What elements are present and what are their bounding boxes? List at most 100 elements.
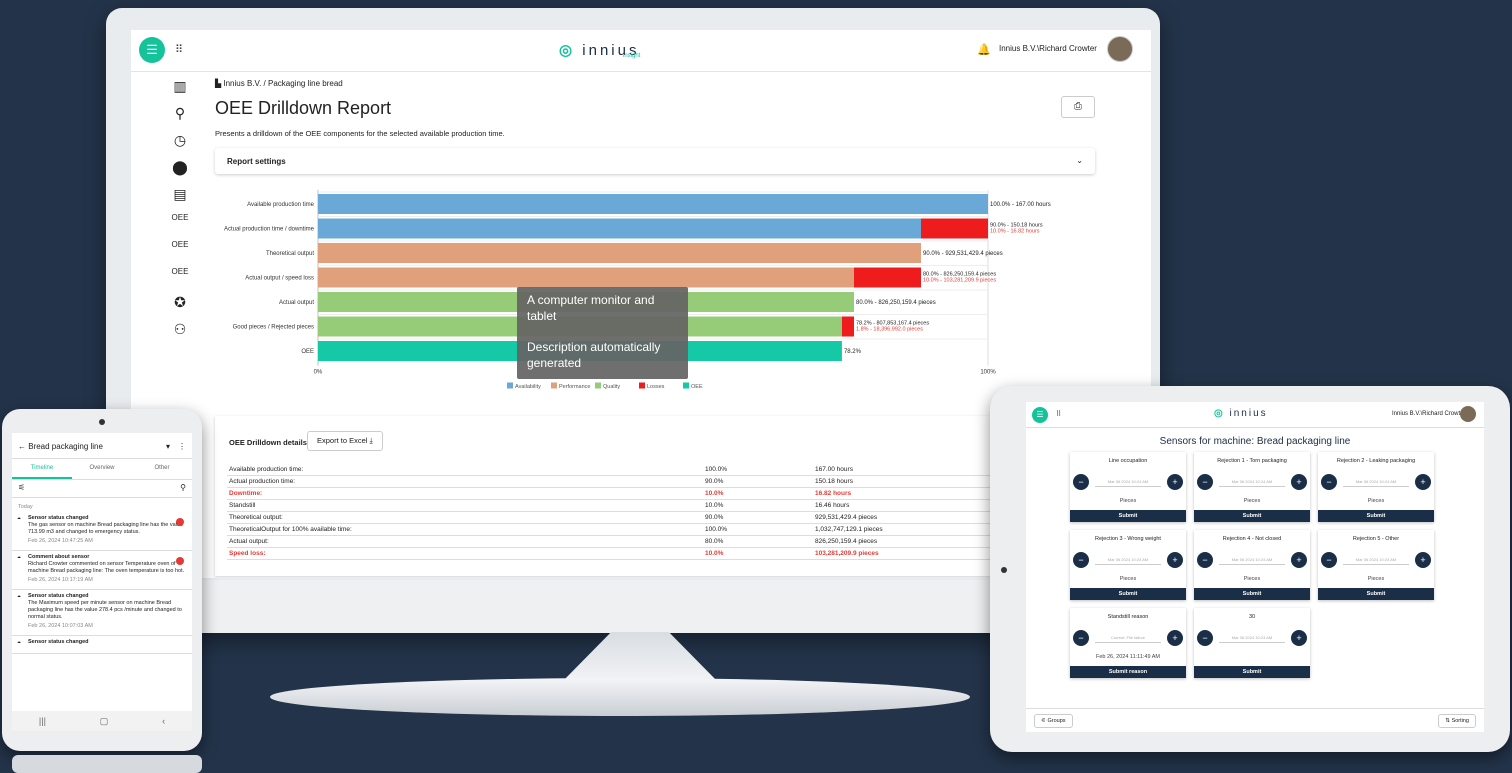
submit-button[interactable]: Submit bbox=[1194, 588, 1310, 600]
back-icon[interactable]: ‹ bbox=[162, 716, 165, 726]
production-line-icon[interactable]: ▤ bbox=[165, 186, 195, 210]
menu-icon[interactable]: ☰ bbox=[1032, 407, 1048, 423]
item-body: The gas sensor on machine Bread packagin… bbox=[28, 522, 184, 535]
submit-button[interactable]: Submit bbox=[1318, 588, 1434, 600]
avatar[interactable] bbox=[1460, 406, 1476, 422]
plus-icon[interactable]: + bbox=[1291, 630, 1307, 646]
tile-input[interactable]: Mar 06 2024 10:24 AM bbox=[1219, 479, 1285, 487]
plus-icon[interactable]: + bbox=[1415, 552, 1431, 568]
item-heading: Sensor status changed bbox=[28, 639, 89, 645]
report-settings-panel[interactable]: Report settings ⌄ bbox=[215, 148, 1095, 174]
user-name[interactable]: Innius B.V.\Richard Crowter bbox=[1392, 411, 1465, 417]
filter-icon[interactable]: ⚟ bbox=[18, 483, 25, 492]
oee-icon[interactable]: OEE bbox=[165, 240, 195, 264]
phone-title: Bread packaging line bbox=[28, 442, 103, 451]
minus-icon[interactable]: − bbox=[1073, 474, 1089, 490]
item-heading: Sensor status changed bbox=[28, 593, 89, 599]
data-label: 1.8% - 18,396,992.0 pieces bbox=[856, 327, 923, 333]
search-machines-icon[interactable]: ⚲ bbox=[165, 105, 195, 129]
plus-icon[interactable]: + bbox=[1291, 474, 1307, 490]
timeline-item[interactable]: ◓ Sensor status changed The gas sensor on … bbox=[12, 512, 192, 551]
timeline-item[interactable]: ◓ Sensor status changed bbox=[12, 636, 192, 654]
item-body: The Maximum speed per minute sensor on m… bbox=[28, 600, 182, 620]
location-icon[interactable]: ⬤ bbox=[165, 159, 195, 183]
timer-icon[interactable]: ◷ bbox=[165, 132, 195, 156]
award-icon[interactable]: ✪ bbox=[165, 294, 195, 318]
chevron-down-icon[interactable]: ⌄ bbox=[1076, 156, 1083, 165]
recent-apps-icon[interactable]: ||| bbox=[39, 716, 46, 726]
notification-bell-icon[interactable]: 🔔 bbox=[977, 43, 991, 56]
minus-icon[interactable]: − bbox=[1321, 474, 1337, 490]
home-icon[interactable]: ▢ bbox=[100, 716, 109, 727]
minus-icon[interactable]: − bbox=[1197, 474, 1213, 490]
machines-icon[interactable]: ▥ bbox=[165, 78, 195, 102]
apps-grid-icon[interactable]: ⠿ bbox=[175, 43, 183, 56]
plus-icon[interactable]: + bbox=[1415, 474, 1431, 490]
tile-input[interactable]: Mar 06 2024 10:24 AM bbox=[1219, 557, 1285, 565]
stepper: − Current: File failure + bbox=[1073, 630, 1183, 648]
submit-button[interactable]: Submit bbox=[1194, 666, 1310, 678]
sensor-icon: ◓ bbox=[17, 594, 22, 601]
tile-input[interactable]: Mar 06 2024 10:24 AM bbox=[1343, 479, 1409, 487]
plus-icon[interactable]: + bbox=[1291, 552, 1307, 568]
minus-icon[interactable]: − bbox=[1197, 552, 1213, 568]
submit-button[interactable]: Submit bbox=[1070, 588, 1186, 600]
timeline-item[interactable]: ◓ Comment about sensor Richard Crowter com… bbox=[12, 551, 192, 590]
breadcrumb: ▙ Innius B.V. / Packaging line bread bbox=[215, 79, 343, 88]
minus-icon[interactable]: − bbox=[1197, 630, 1213, 646]
avatar[interactable] bbox=[1107, 36, 1133, 62]
tab-overview[interactable]: Overview bbox=[72, 459, 132, 479]
oee-drilldown-icon[interactable]: OEE bbox=[165, 267, 195, 291]
tile-input[interactable]: Current: File failure bbox=[1095, 635, 1161, 643]
legend-label: Performance bbox=[559, 384, 591, 390]
x-tick-label: 100% bbox=[980, 370, 996, 376]
submit-button[interactable]: Submit bbox=[1194, 510, 1310, 522]
app-bar: ☰ ⠿ ◎ innius insight 🔔 Innius B.V.\Richar… bbox=[131, 30, 1151, 72]
cell-label: Actual production time: bbox=[227, 475, 703, 488]
cell-pct: 10.0% bbox=[703, 547, 813, 560]
tab-other[interactable]: Other bbox=[132, 459, 192, 479]
legend-swatch bbox=[639, 382, 645, 389]
tile-input[interactable]: Mar 06 2024 10:24 AM bbox=[1095, 479, 1161, 487]
breadcrumb-text[interactable]: Innius B.V. / Packaging line bread bbox=[223, 79, 342, 88]
android-nav-bar: ||| ▢ ‹ bbox=[12, 711, 192, 731]
phone-edge bbox=[12, 755, 202, 773]
handshake-icon[interactable]: ⚇ bbox=[165, 321, 195, 345]
export-excel-button[interactable]: Export to Excel ⤓ bbox=[307, 431, 383, 451]
submit-button[interactable]: Submit bbox=[1318, 510, 1434, 522]
minus-icon[interactable]: − bbox=[1073, 630, 1089, 646]
tile-title: Rejection 1 - Torn packaging bbox=[1217, 458, 1287, 464]
search-icon[interactable]: ⚲ bbox=[180, 483, 186, 492]
plus-icon[interactable]: + bbox=[1167, 474, 1183, 490]
back-arrow-icon[interactable]: ← bbox=[18, 442, 26, 451]
tile-title: Rejection 5 - Other bbox=[1352, 536, 1400, 542]
timeline-item[interactable]: ◓ Sensor status changed The Maximum speed … bbox=[12, 590, 192, 636]
oee-trend-icon[interactable]: OEE bbox=[165, 213, 195, 237]
cell-label: Speed loss: bbox=[227, 547, 703, 560]
apps-grid-icon[interactable]: ⠿ bbox=[1056, 410, 1061, 418]
sorting-button[interactable]: ⇅ Sorting bbox=[1438, 714, 1476, 728]
cell-pct: 10.0% bbox=[703, 487, 813, 500]
innius-logo: ◎ innius bbox=[1214, 408, 1268, 419]
menu-icon[interactable]: ☰ bbox=[139, 37, 165, 63]
tile-input[interactable]: Mar 06 2024 10:24 AM bbox=[1095, 557, 1161, 565]
item-body: Richard Crowter commented on sensor Temp… bbox=[28, 561, 185, 574]
minus-icon[interactable]: − bbox=[1073, 552, 1089, 568]
print-icon[interactable]: ⎙ bbox=[1061, 96, 1095, 118]
plus-icon[interactable]: + bbox=[1167, 630, 1183, 646]
groups-button[interactable]: ⚟ Groups bbox=[1034, 714, 1073, 728]
tile-input[interactable]: Mar 06 2024 10:24 AM bbox=[1219, 635, 1285, 643]
plus-icon[interactable]: + bbox=[1167, 552, 1183, 568]
sensor-tile: Rejection 4 - Not closed − Mar 06 2024 10:… bbox=[1194, 530, 1310, 600]
tile-input[interactable]: Mar 06 2024 10:24 AM bbox=[1343, 557, 1409, 565]
minus-icon[interactable]: − bbox=[1321, 552, 1337, 568]
submit-button[interactable]: Submit reason bbox=[1070, 666, 1186, 678]
user-name[interactable]: Innius B.V.\Richard Crowter bbox=[999, 44, 1097, 53]
legend-label: Availability bbox=[515, 384, 541, 390]
cell-label: TheoreticalOutput for 100% available tim… bbox=[227, 523, 703, 536]
more-icon[interactable]: ⋮ bbox=[178, 442, 186, 451]
tab-timeline[interactable]: Timeline bbox=[12, 459, 72, 479]
category-label: OEE bbox=[301, 349, 314, 355]
dropdown-icon[interactable]: ▾ bbox=[166, 442, 170, 451]
submit-button[interactable]: Submit bbox=[1070, 510, 1186, 522]
